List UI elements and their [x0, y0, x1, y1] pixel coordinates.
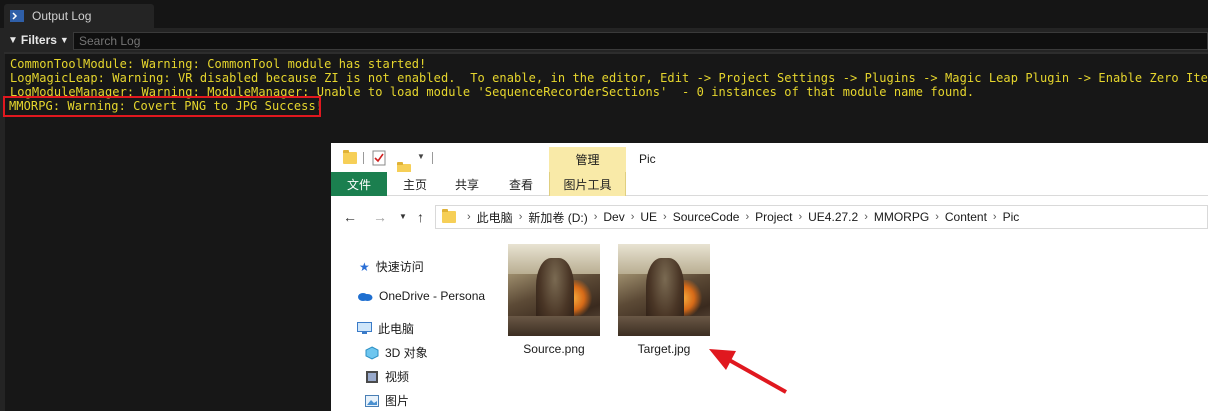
chevron-right-icon: › — [593, 211, 598, 223]
divider — [4, 52, 1208, 54]
tab-share[interactable]: 共享 — [439, 172, 495, 196]
nav-item-pictures[interactable]: 图片 — [365, 392, 409, 409]
ribbon-tabs: 文件 主页 共享 查看 图片工具 — [331, 172, 1208, 196]
tab-picture-tools[interactable]: 图片工具 — [549, 172, 626, 196]
up-arrow-icon[interactable]: ↑ — [417, 209, 424, 225]
file-name: Source.png — [523, 342, 585, 356]
breadcrumb-item[interactable]: Content — [945, 210, 987, 224]
output-log-tab-label: Output Log — [32, 9, 92, 23]
tab-home[interactable]: 主页 — [387, 172, 443, 196]
tab-view[interactable]: 查看 — [493, 172, 549, 196]
nav-item-label: 视频 — [385, 370, 410, 384]
chevron-right-icon: › — [935, 211, 939, 223]
nav-item-quick-access[interactable]: ★ 快速访问 — [359, 258, 424, 275]
nav-item-onedrive[interactable]: OneDrive - Persona — [357, 289, 485, 303]
file-name: Target.jpg — [637, 342, 691, 356]
nav-item-label: 此电脑 — [378, 322, 415, 336]
log-line: LogMagicLeap: Warning: VR disabled becau… — [10, 71, 1208, 85]
filters-label: Filters — [20, 33, 57, 47]
divider — [363, 152, 364, 164]
filter-icon: ▼ — [8, 34, 18, 46]
breadcrumb[interactable]: › 此电脑 › 新加卷 (D:) › Dev › UE › SourceCode… — [435, 205, 1208, 229]
log-toolbar: ▼ Filters ▼ — [0, 28, 1208, 52]
chevron-right-icon: › — [992, 211, 997, 223]
chevron-right-icon: › — [467, 211, 471, 223]
chevron-right-icon: › — [630, 211, 635, 223]
breadcrumb-item[interactable]: UE — [640, 210, 657, 224]
nav-item-videos[interactable]: 视频 — [365, 368, 409, 385]
computer-icon — [357, 322, 372, 334]
search-log-input[interactable] — [73, 32, 1208, 50]
nav-item-label: 图片 — [385, 394, 410, 408]
file-thumbnail — [508, 244, 600, 336]
customize-toolbar-icon[interactable]: ▼ — [417, 152, 425, 161]
tab-file[interactable]: 文件 — [331, 172, 387, 196]
chevron-down-icon: ▼ — [59, 35, 69, 45]
breadcrumb-item[interactable]: Dev — [603, 210, 624, 224]
star-icon: ★ — [359, 259, 370, 274]
filters-button[interactable]: ▼ Filters ▼ — [8, 32, 69, 48]
breadcrumb-item[interactable]: Pic — [1003, 210, 1020, 224]
properties-icon[interactable] — [372, 150, 386, 169]
back-arrow-icon[interactable]: ← — [343, 209, 357, 225]
folder-icon — [442, 209, 456, 223]
file-explorer-window: ▼ 管理 Pic 文件 主页 共享 查看 图片工具 ← → ▼ ↑ › 此电脑 … — [331, 143, 1208, 411]
video-icon — [366, 370, 378, 383]
folder-icon[interactable] — [343, 150, 357, 164]
output-log-tab[interactable]: Output Log — [4, 4, 154, 28]
cube-icon — [365, 345, 379, 360]
navigation-pane: ★ 快速访问 OneDrive - Persona 此电脑 3D 对象 视频 图… — [331, 238, 491, 411]
quick-access-toolbar: ▼ 管理 Pic — [331, 143, 1208, 176]
nav-item-this-pc[interactable]: 此电脑 — [357, 320, 414, 337]
breadcrumb-item[interactable]: 此电脑 — [477, 209, 513, 226]
nav-item-3d-objects[interactable]: 3D 对象 — [365, 344, 428, 361]
nav-item-label: 快速访问 — [375, 260, 424, 274]
breadcrumb-item[interactable]: MMORPG — [874, 210, 929, 224]
file-item[interactable]: Source.png — [499, 244, 609, 356]
output-log-icon — [10, 10, 24, 22]
chevron-right-icon: › — [663, 211, 667, 223]
chevron-right-icon: › — [798, 211, 803, 223]
chevron-right-icon: › — [864, 211, 868, 223]
divider — [432, 152, 433, 164]
manage-tab[interactable]: 管理 — [549, 147, 626, 172]
file-item[interactable]: Target.jpg — [609, 244, 719, 356]
log-line: CommonToolModule: Warning: CommonTool mo… — [10, 57, 427, 71]
breadcrumb-item[interactable]: UE4.27.2 — [808, 210, 858, 224]
nav-item-label: 3D 对象 — [385, 346, 428, 360]
breadcrumb-item[interactable]: 新加卷 (D:) — [528, 209, 587, 226]
picture-icon — [365, 394, 379, 407]
highlight-box — [3, 96, 321, 117]
file-thumbnail — [618, 244, 710, 336]
tab-bar: Output Log — [0, 0, 1208, 28]
forward-arrow-icon[interactable]: → — [373, 209, 387, 225]
recent-locations-icon[interactable]: ▼ — [399, 212, 407, 221]
nav-item-label: OneDrive - Persona — [379, 289, 486, 303]
breadcrumb-item[interactable]: Project — [755, 210, 792, 224]
address-bar-row: ← → ▼ ↑ › 此电脑 › 新加卷 (D:) › Dev › UE › So… — [331, 202, 1208, 232]
breadcrumb-item[interactable]: SourceCode — [673, 210, 740, 224]
file-list: Source.png Target.jpg — [501, 238, 1208, 411]
window-title: Pic — [639, 152, 656, 166]
chevron-right-icon: › — [745, 211, 750, 223]
chevron-right-icon: › — [518, 211, 523, 223]
cloud-icon — [358, 293, 373, 301]
